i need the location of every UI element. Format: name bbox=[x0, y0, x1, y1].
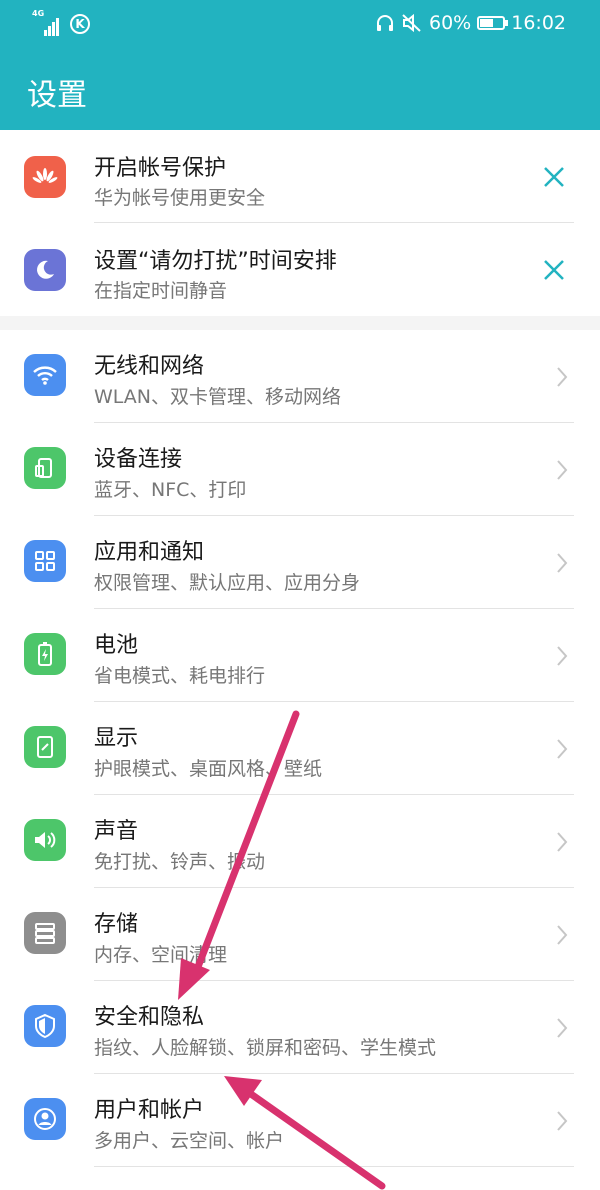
settings-item-title: 应用和通知 bbox=[94, 540, 205, 565]
chevron-right-icon bbox=[557, 646, 568, 666]
settings-item-security-privacy[interactable]: 安全和隐私 指纹、人脸解锁、锁屏和密码、学生模式 bbox=[0, 981, 600, 1074]
mute-icon bbox=[402, 13, 421, 33]
settings-item-title: 用户和帐户 bbox=[94, 1098, 205, 1123]
settings-item-title: 无线和网络 bbox=[94, 354, 205, 379]
settings-item-title: 显示 bbox=[94, 726, 139, 751]
settings-item-title: 存储 bbox=[94, 912, 139, 937]
clock: 16:02 bbox=[511, 12, 566, 34]
app-bar: 4G K 60% 16:02 设置 bbox=[0, 0, 600, 130]
dismiss-close-icon[interactable] bbox=[540, 163, 568, 191]
settings-item-users-accounts[interactable]: 用户和帐户 多用户、云空间、帐户 bbox=[0, 1074, 600, 1167]
k-notification-icon: K bbox=[70, 14, 90, 34]
suggestion-subtitle: 在指定时间静音 bbox=[94, 280, 228, 302]
display-icon bbox=[24, 726, 66, 768]
settings-item-display[interactable]: 显示 护眼模式、桌面风格、壁纸 bbox=[0, 702, 600, 795]
settings-item-title: 声音 bbox=[94, 819, 139, 844]
page-title: 设置 bbox=[27, 78, 87, 113]
device-connection-icon bbox=[24, 447, 66, 489]
settings-item-subtitle: 免打扰、铃声、振动 bbox=[94, 851, 266, 873]
moon-icon bbox=[24, 249, 66, 291]
chevron-right-icon bbox=[557, 1111, 568, 1131]
user-icon bbox=[24, 1098, 66, 1140]
chevron-right-icon bbox=[557, 1018, 568, 1038]
settings-item-title: 电池 bbox=[94, 633, 139, 658]
settings-item-subtitle: 蓝牙、NFC、打印 bbox=[94, 479, 247, 501]
chevron-right-icon bbox=[557, 925, 568, 945]
chevron-right-icon bbox=[557, 832, 568, 852]
settings-list: 无线和网络 WLAN、双卡管理、移动网络 设备连接 蓝牙、NFC、打印 应用和通… bbox=[0, 330, 600, 1190]
settings-item-sound[interactable]: 声音 免打扰、铃声、振动 bbox=[0, 795, 600, 888]
status-bar: 4G K 60% 16:02 bbox=[0, 0, 600, 52]
battery-percent: 60% bbox=[429, 12, 472, 34]
suggestions-card: 开启帐号保护 华为帐号使用更安全 设置“请勿打扰”时间安排 在指定时间静音 bbox=[0, 130, 600, 316]
chevron-right-icon bbox=[557, 739, 568, 759]
settings-item-subtitle: 权限管理、默认应用、应用分身 bbox=[94, 572, 361, 594]
settings-item-apps-notifications[interactable]: 应用和通知 权限管理、默认应用、应用分身 bbox=[0, 516, 600, 609]
divider bbox=[94, 1166, 574, 1167]
settings-item-storage[interactable]: 存储 内存、空间清理 bbox=[0, 888, 600, 981]
settings-item-device-connection[interactable]: 设备连接 蓝牙、NFC、打印 bbox=[0, 423, 600, 516]
chevron-right-icon bbox=[557, 367, 568, 387]
chevron-right-icon bbox=[557, 460, 568, 480]
shield-icon bbox=[24, 1005, 66, 1047]
settings-item-battery[interactable]: 电池 省电模式、耗电排行 bbox=[0, 609, 600, 702]
headphones-icon bbox=[377, 15, 393, 31]
speaker-icon bbox=[24, 819, 66, 861]
settings-item-subtitle: 内存、空间清理 bbox=[94, 944, 228, 966]
suggestion-account-protection[interactable]: 开启帐号保护 华为帐号使用更安全 bbox=[0, 130, 600, 223]
settings-item-subtitle: 护眼模式、桌面风格、壁纸 bbox=[94, 758, 323, 780]
settings-item-subtitle: 多用户、云空间、帐户 bbox=[94, 1130, 285, 1152]
settings-item-title: 设备连接 bbox=[94, 447, 183, 472]
battery-icon bbox=[24, 633, 66, 675]
dismiss-close-icon[interactable] bbox=[540, 256, 568, 284]
cellular-signal-icon: 4G bbox=[32, 9, 62, 36]
settings-item-wireless-network[interactable]: 无线和网络 WLAN、双卡管理、移动网络 bbox=[0, 330, 600, 423]
wifi-icon bbox=[24, 354, 66, 396]
battery-status-icon bbox=[477, 16, 509, 30]
apps-grid-icon bbox=[24, 540, 66, 582]
suggestion-title: 设置“请勿打扰”时间安排 bbox=[94, 249, 337, 274]
suggestion-subtitle: 华为帐号使用更安全 bbox=[94, 187, 266, 209]
suggestion-title: 开启帐号保护 bbox=[94, 156, 227, 181]
settings-item-subtitle: WLAN、双卡管理、移动网络 bbox=[94, 386, 342, 408]
huawei-logo-icon bbox=[24, 156, 66, 198]
chevron-right-icon bbox=[557, 553, 568, 573]
storage-icon bbox=[24, 912, 66, 954]
suggestion-do-not-disturb[interactable]: 设置“请勿打扰”时间安排 在指定时间静音 bbox=[0, 223, 600, 316]
settings-item-subtitle: 指纹、人脸解锁、锁屏和密码、学生模式 bbox=[94, 1037, 437, 1059]
settings-item-subtitle: 省电模式、耗电排行 bbox=[94, 665, 266, 687]
settings-item-title: 安全和隐私 bbox=[94, 1005, 205, 1030]
